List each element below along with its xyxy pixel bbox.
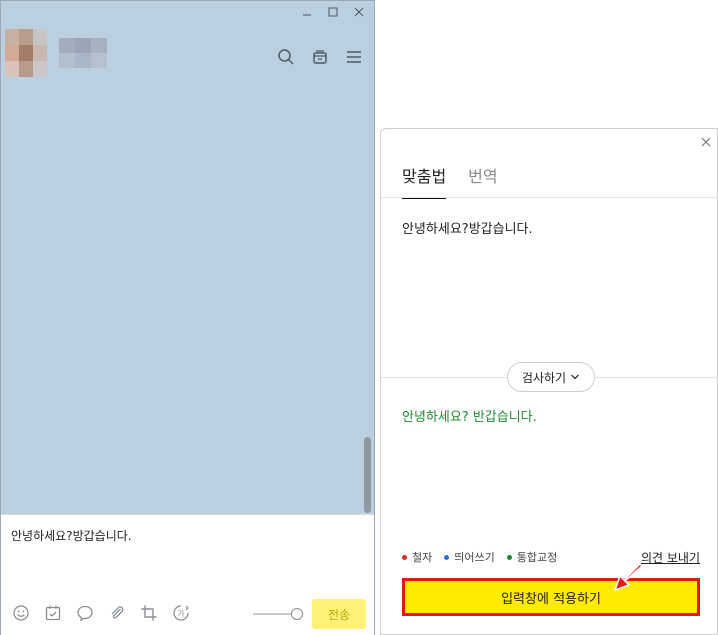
legend-label: 철자 [412, 551, 433, 564]
svg-text:가: 가 [177, 610, 185, 619]
legend-item-combined: 통합교정 [506, 549, 558, 565]
source-text: 안녕하세요?방갑습니다. [402, 222, 533, 237]
close-icon[interactable] [352, 5, 366, 19]
chat-name [59, 38, 107, 68]
legend: 철자 띄어쓰기 통합교정 [402, 549, 557, 565]
legend-item-spacing: 띄어쓰기 [444, 549, 495, 565]
drawer-icon[interactable] [310, 47, 330, 67]
blue-dot-icon [444, 554, 450, 560]
calendar-check-icon[interactable] [43, 603, 63, 623]
check-button-label: 검사하기 [521, 370, 567, 385]
apply-to-input-button[interactable]: 입력창에 적용하기 [402, 578, 700, 616]
minimize-icon[interactable] [300, 5, 314, 19]
spellcheck-panel: 맞춤법 번역 안녕하세요?방갑습니다. 검사하기 안녕하세요? 반갑습니다. 철… [380, 128, 718, 635]
menu-icon[interactable] [344, 47, 364, 67]
input-toolbar: 가 [11, 603, 191, 623]
red-arrow-icon [613, 563, 644, 592]
message-input-area[interactable]: 안녕하세요?방갑습니다. 가 전송 [1, 514, 374, 635]
maximize-icon[interactable] [326, 5, 340, 19]
send-button[interactable]: 전송 [312, 599, 366, 629]
font-size-slider[interactable] [253, 608, 303, 620]
tab-divider [381, 197, 717, 198]
tab-translate[interactable]: 번역 [468, 163, 497, 199]
chevron-down-icon [570, 370, 580, 384]
panel-close-icon[interactable] [701, 135, 711, 151]
corrected-text: 안녕하세요? 반갑습니다. [402, 410, 537, 425]
spellcheck-icon[interactable]: 가 [171, 603, 191, 623]
slider-knob[interactable] [291, 608, 303, 620]
emoticon-icon[interactable] [11, 603, 31, 623]
chat-toolbar [276, 47, 364, 67]
check-button[interactable]: 검사하기 [507, 362, 595, 392]
feedback-link[interactable]: 의견 보내기 [641, 549, 700, 566]
legend-label: 띄어쓰기 [454, 551, 495, 564]
tab-spellcheck[interactable]: 맞춤법 [402, 163, 447, 199]
message-input[interactable]: 안녕하세요?방갑습니다. [11, 527, 132, 544]
crop-icon[interactable] [139, 603, 159, 623]
legend-item-spelling: 철자 [402, 549, 432, 565]
panel-tabs: 맞춤법 번역 [402, 163, 498, 199]
green-dot-icon [506, 554, 512, 560]
paperclip-icon[interactable] [107, 603, 127, 623]
chat-scrollbar[interactable] [364, 437, 371, 513]
avatar[interactable] [5, 29, 47, 77]
chat-profile[interactable] [5, 29, 107, 77]
window-controls [300, 5, 366, 19]
legend-label: 통합교정 [516, 551, 558, 564]
chat-window: 안녕하세요?방갑습니다. 가 전송 [0, 0, 375, 635]
chat-bubble-icon[interactable] [75, 603, 95, 623]
search-icon[interactable] [276, 47, 296, 67]
red-dot-icon [402, 554, 407, 560]
